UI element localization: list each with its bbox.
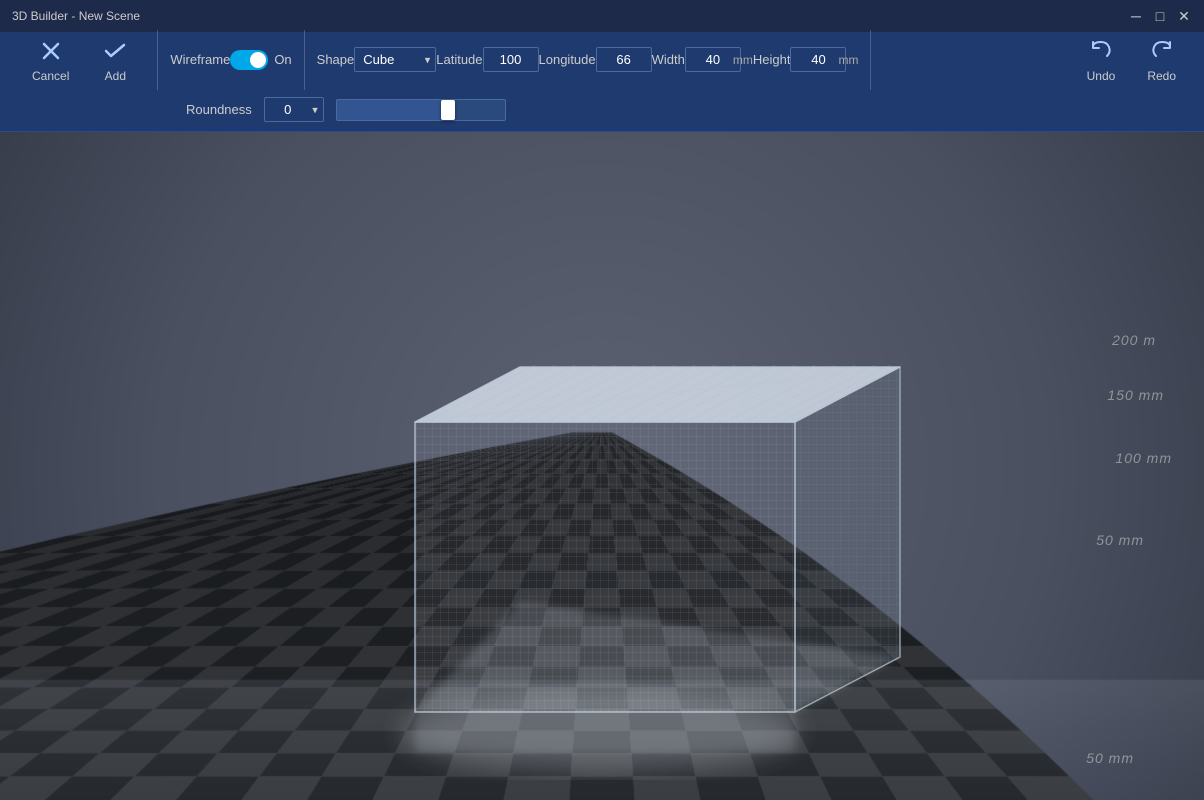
height-label: Height [753, 52, 791, 67]
shape-select-wrap: Cube Sphere Cylinder Cone Torus [354, 47, 436, 72]
wireframe-label: Wireframe [170, 52, 230, 67]
toolbar-row2: Roundness 0 1 2 3 [16, 88, 1188, 132]
shape-select[interactable]: Cube Sphere Cylinder Cone Torus [354, 47, 436, 72]
undo-redo-group: Undo Redo [1075, 29, 1188, 91]
undo-label: Undo [1087, 69, 1116, 83]
toolbar-divider-3 [870, 30, 871, 90]
viewport: 200 m 150 mm 100 mm 50 mm 50 mm [0, 132, 1204, 800]
title-text: 3D Builder - New Scene [12, 9, 140, 23]
height-unit: mm [838, 53, 858, 67]
longitude-input[interactable] [596, 47, 652, 72]
wireframe-toggle[interactable] [230, 50, 268, 70]
minimize-button[interactable]: ─ [1128, 8, 1144, 24]
slider-thumb [441, 100, 455, 120]
toggle-knob [250, 52, 266, 68]
undo-button[interactable]: Undo [1075, 29, 1128, 91]
cancel-button[interactable]: Cancel [16, 29, 85, 91]
slider-fill [337, 100, 448, 120]
toolbar-inner: Cancel Add Wireframe On [16, 32, 1188, 132]
app-container: 3D Builder - New Scene ─ □ ✕ Cancel [0, 0, 1204, 800]
viewport-canvas [0, 132, 1204, 800]
toolbar: Cancel Add Wireframe On [0, 32, 1204, 132]
width-unit: mm [733, 53, 753, 67]
redo-label: Redo [1147, 69, 1176, 83]
redo-button[interactable]: Redo [1135, 29, 1188, 91]
maximize-button[interactable]: □ [1152, 8, 1168, 24]
close-button[interactable]: ✕ [1176, 8, 1192, 24]
toolbar-divider-1 [157, 30, 158, 90]
width-label: Width [652, 52, 685, 67]
add-button[interactable]: Add [85, 29, 145, 91]
ruler-50-bottom: 50 mm [1086, 750, 1134, 766]
wireframe-toggle-wrap: On [230, 50, 291, 70]
ruler-150: 150 mm [1107, 387, 1164, 403]
ruler-100: 100 mm [1115, 450, 1172, 466]
roundness-select-wrap: 0 1 2 3 [264, 97, 324, 122]
cancel-label: Cancel [32, 69, 69, 83]
ruler-200: 200 m [1112, 332, 1156, 348]
ruler-50-right: 50 mm [1096, 532, 1144, 548]
add-label: Add [105, 69, 126, 83]
roundness-select[interactable]: 0 1 2 3 [264, 97, 324, 122]
latitude-input[interactable] [483, 47, 539, 72]
title-bar-controls: ─ □ ✕ [1128, 8, 1192, 24]
wireframe-state: On [274, 52, 291, 67]
latitude-label: Latitude [436, 52, 482, 67]
shape-label: Shape [317, 52, 355, 67]
roundness-label: Roundness [186, 102, 252, 117]
toolbar-divider-2 [304, 30, 305, 90]
longitude-slider[interactable] [336, 99, 506, 121]
toolbar-row1: Cancel Add Wireframe On [16, 32, 1188, 88]
longitude-label: Longitude [539, 52, 596, 67]
title-bar: 3D Builder - New Scene ─ □ ✕ [0, 0, 1204, 32]
